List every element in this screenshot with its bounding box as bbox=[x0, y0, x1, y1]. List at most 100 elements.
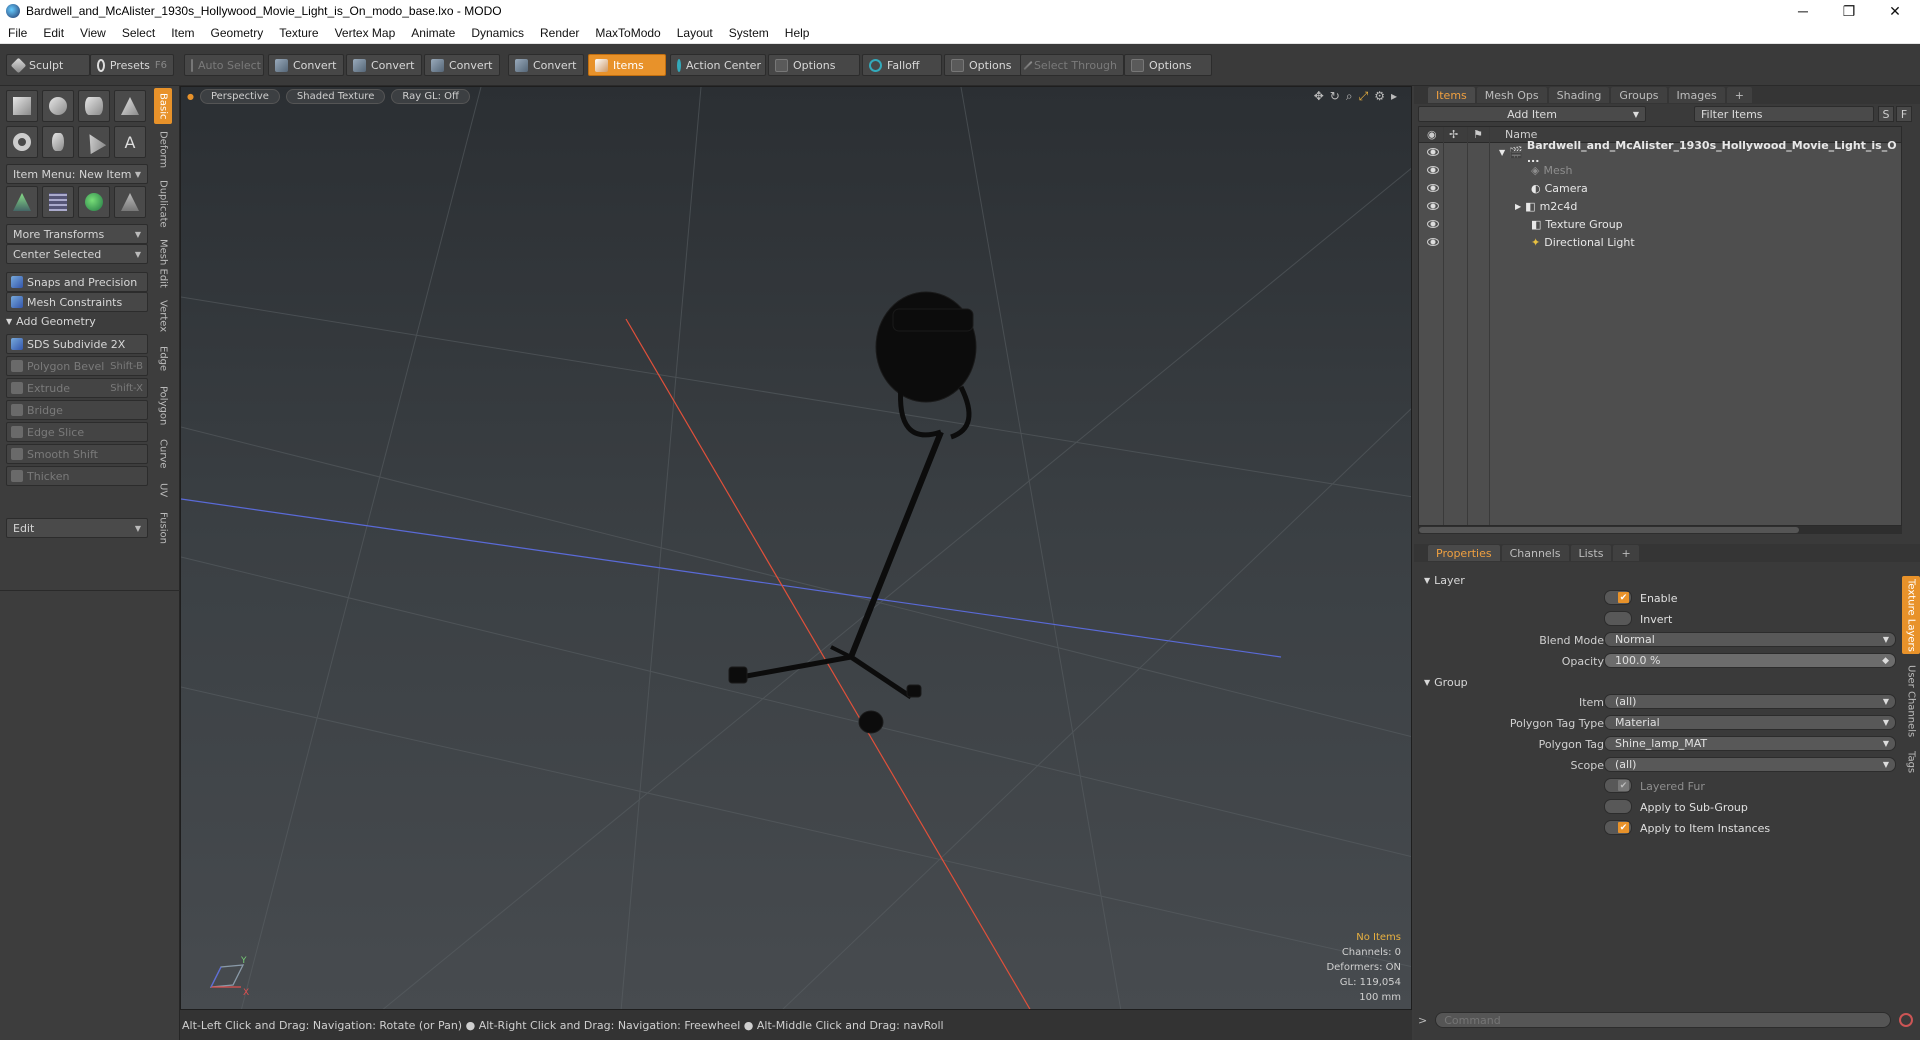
transform-tool[interactable] bbox=[6, 186, 38, 218]
menu-layout[interactable]: Layout bbox=[669, 26, 721, 40]
maximize-button[interactable]: ❐ bbox=[1826, 0, 1872, 22]
options-button-3[interactable]: Options bbox=[1124, 54, 1212, 76]
gear-icon[interactable]: ⚙ bbox=[1374, 89, 1385, 104]
tab-mesh-ops[interactable]: Mesh Ops bbox=[1476, 87, 1547, 103]
cylinder-tool[interactable] bbox=[78, 90, 110, 122]
filter-f-button[interactable]: F bbox=[1896, 106, 1912, 122]
auto-select-button[interactable]: Auto Select bbox=[184, 54, 264, 76]
tab-fusion[interactable]: Fusion bbox=[154, 508, 172, 548]
menu-help[interactable]: Help bbox=[777, 26, 818, 40]
tab-curve[interactable]: Curve bbox=[154, 436, 172, 472]
expand-arrow-icon[interactable]: ▸ bbox=[1391, 89, 1397, 104]
tab-vertex[interactable]: Vertex bbox=[154, 296, 172, 336]
eye-icon[interactable] bbox=[1427, 238, 1439, 246]
thicken-button[interactable]: Thicken bbox=[6, 466, 148, 486]
convert-button-1[interactable]: Convert bbox=[268, 54, 344, 76]
menu-system[interactable]: System bbox=[721, 26, 777, 40]
tab-properties[interactable]: Properties bbox=[1428, 545, 1500, 561]
items-mode-button[interactable]: Items bbox=[588, 54, 666, 76]
pen-tool[interactable] bbox=[78, 126, 110, 158]
layered-fur-checkbox[interactable]: ✔ bbox=[1604, 778, 1632, 793]
tab-texture-layers[interactable]: Texture Layers bbox=[1902, 576, 1920, 654]
polygon-tag-type-select[interactable]: Material ▼ bbox=[1604, 715, 1896, 730]
torus-tool[interactable] bbox=[6, 126, 38, 158]
viewport-menu-icon[interactable]: ● bbox=[187, 92, 194, 101]
shading-mode-button[interactable]: Shaded Texture bbox=[285, 88, 386, 104]
menu-render[interactable]: Render bbox=[532, 26, 587, 40]
smooth-shift-button[interactable]: Smooth Shift bbox=[6, 444, 148, 464]
convert-button-2[interactable]: Convert bbox=[346, 54, 422, 76]
more-transforms-dropdown[interactable]: More Transforms ▼ bbox=[6, 224, 148, 244]
tab-edge[interactable]: Edge bbox=[154, 342, 172, 376]
eye-icon[interactable] bbox=[1427, 220, 1439, 228]
menu-maxtomodo[interactable]: MaxToModo bbox=[587, 26, 668, 40]
list-item[interactable]: ▼ 🎬 Bardwell_and_McAlister_1930s_Hollywood… bbox=[1419, 139, 1901, 165]
list-item[interactable]: ▶ ◧ m2c4d bbox=[1419, 197, 1901, 215]
menu-select[interactable]: Select bbox=[114, 26, 163, 40]
options-button-1[interactable]: Options bbox=[768, 54, 860, 76]
filter-items-input[interactable]: Filter Items bbox=[1694, 106, 1874, 122]
enable-checkbox[interactable]: ✔ bbox=[1604, 590, 1632, 605]
eye-icon[interactable] bbox=[1427, 148, 1439, 156]
center-selected-dropdown[interactable]: Center Selected ▼ bbox=[6, 244, 148, 264]
item-list-scrollbar[interactable] bbox=[1418, 526, 1902, 534]
capsule-tool[interactable] bbox=[42, 126, 74, 158]
snaps-precision-button[interactable]: Snaps and Precision bbox=[6, 272, 148, 292]
apply-sub-group-checkbox[interactable] bbox=[1604, 799, 1632, 814]
rotate-icon[interactable]: ↻ bbox=[1330, 89, 1340, 104]
raygl-button[interactable]: Ray GL: Off bbox=[391, 88, 470, 104]
globe-tool[interactable] bbox=[78, 186, 110, 218]
view-type-button[interactable]: Perspective bbox=[199, 88, 280, 104]
item-select[interactable]: (all) ▼ bbox=[1604, 694, 1896, 709]
command-input[interactable] bbox=[1435, 1012, 1892, 1028]
tab-duplicate[interactable]: Duplicate bbox=[154, 178, 172, 230]
tab-images[interactable]: Images bbox=[1668, 87, 1725, 103]
action-center-button[interactable]: Action Center bbox=[670, 54, 766, 76]
tab-tags[interactable]: Tags bbox=[1902, 746, 1920, 778]
fit-icon[interactable]: ⤢ bbox=[1359, 89, 1369, 104]
scrollbar-thumb[interactable] bbox=[1419, 527, 1799, 533]
menu-texture[interactable]: Texture bbox=[271, 26, 326, 40]
tab-channels[interactable]: Channels bbox=[1501, 545, 1569, 561]
select-through-button[interactable]: Select Through bbox=[1020, 54, 1124, 76]
add-tab-button[interactable]: + bbox=[1613, 545, 1639, 561]
pyramid-tool[interactable] bbox=[114, 186, 146, 218]
menu-dynamics[interactable]: Dynamics bbox=[463, 26, 532, 40]
menu-edit[interactable]: Edit bbox=[35, 26, 72, 40]
text-tool[interactable]: A bbox=[114, 126, 146, 158]
grid-tool[interactable] bbox=[42, 186, 74, 218]
tab-polygon[interactable]: Polygon bbox=[154, 382, 172, 430]
eye-icon[interactable] bbox=[1427, 202, 1439, 210]
menu-file[interactable]: File bbox=[0, 26, 35, 40]
opacity-slider[interactable]: 100.0 % ◆ bbox=[1604, 653, 1896, 668]
menu-item[interactable]: Item bbox=[163, 26, 202, 40]
edge-slice-button[interactable]: Edge Slice bbox=[6, 422, 148, 442]
record-icon[interactable] bbox=[1899, 1013, 1914, 1027]
sphere-tool[interactable] bbox=[42, 90, 74, 122]
mesh-constraints-button[interactable]: Mesh Constraints bbox=[6, 292, 148, 312]
edit-dropdown[interactable]: Edit ▼ bbox=[6, 518, 148, 538]
cone-tool[interactable] bbox=[114, 90, 146, 122]
falloff-button[interactable]: Falloff bbox=[862, 54, 942, 76]
convert-button-4[interactable]: Convert bbox=[508, 54, 584, 76]
convert-button-3[interactable]: Convert bbox=[424, 54, 500, 76]
item-menu-dropdown[interactable]: Item Menu: New Item ▼ bbox=[6, 164, 148, 184]
zoom-icon[interactable]: ⌕ bbox=[1346, 89, 1353, 104]
sculpt-button[interactable]: Sculpt bbox=[6, 54, 90, 76]
bridge-button[interactable]: Bridge bbox=[6, 400, 148, 420]
polygon-bevel-button[interactable]: Polygon Bevel Shift-B bbox=[6, 356, 148, 376]
invert-checkbox[interactable] bbox=[1604, 611, 1632, 626]
tab-mesh-edit[interactable]: Mesh Edit bbox=[154, 236, 172, 290]
list-item[interactable]: ◐ Camera bbox=[1419, 179, 1901, 197]
tab-lists[interactable]: Lists bbox=[1570, 545, 1612, 561]
tab-user-channels[interactable]: User Channels bbox=[1902, 662, 1920, 740]
minimize-button[interactable]: ─ bbox=[1780, 0, 1826, 22]
tab-uv[interactable]: UV bbox=[154, 478, 172, 502]
eye-icon[interactable] bbox=[1427, 166, 1439, 174]
menu-vertex-map[interactable]: Vertex Map bbox=[327, 26, 404, 40]
extrude-button[interactable]: Extrude Shift-X bbox=[6, 378, 148, 398]
list-item[interactable]: ✦ Directional Light bbox=[1419, 233, 1901, 251]
add-item-dropdown[interactable]: Add Item ▼ bbox=[1418, 106, 1646, 122]
options-button-2[interactable]: Options bbox=[944, 54, 1026, 76]
sds-subdivide-button[interactable]: SDS Subdivide 2X bbox=[6, 334, 148, 354]
